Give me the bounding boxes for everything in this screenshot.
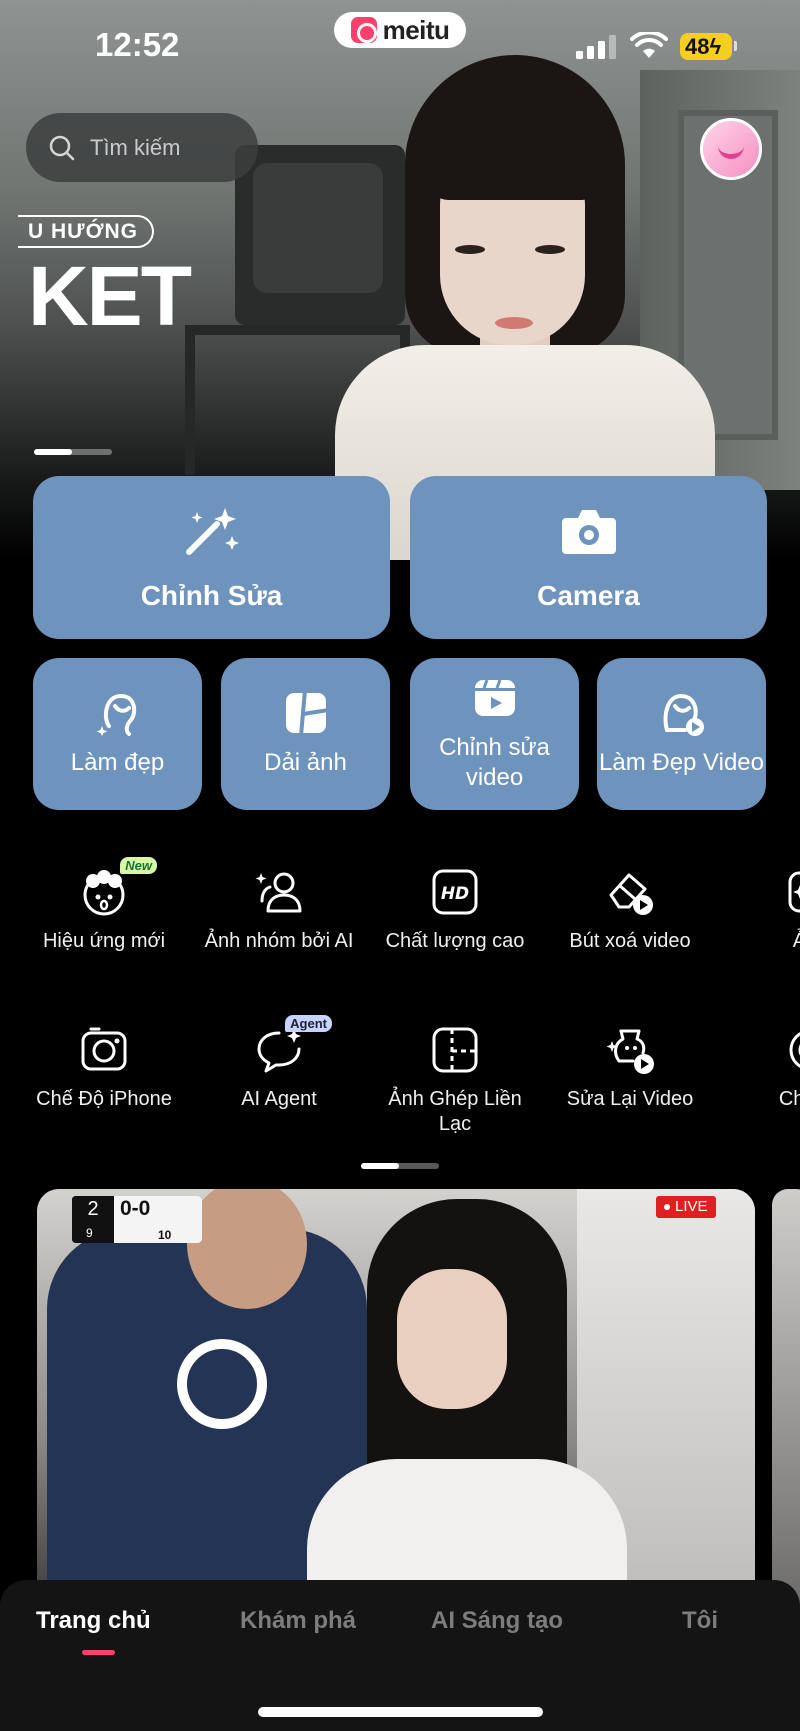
tools-page-indicator xyxy=(361,1163,439,1169)
battery-indicator: 48ϟ xyxy=(680,33,737,60)
home-indicator xyxy=(258,1707,543,1717)
feed-next-card[interactable] xyxy=(772,1189,800,1609)
video-retouch-icon xyxy=(605,1025,655,1075)
tool-seamless-collage[interactable]: Ảnh Ghép Liền Lạc xyxy=(370,1025,540,1137)
group-photo-icon xyxy=(254,867,304,917)
promo-floating-icon[interactable] xyxy=(700,118,762,180)
magic-wand-icon xyxy=(185,507,239,555)
score-runs: 0-0 xyxy=(120,1197,151,1220)
search-icon xyxy=(49,135,75,160)
tool-ai-group-photo[interactable]: Ảnh nhóm bởi AI xyxy=(194,867,364,954)
status-bar: 12:52 meitu 48ϟ xyxy=(0,0,800,95)
tool-label: Ảnh Ghép Liền Lạc xyxy=(388,1088,522,1135)
collage-label: Dải ảnh xyxy=(264,749,347,776)
hd-icon: HD xyxy=(430,867,480,917)
beauty-face-icon xyxy=(96,693,136,736)
ai-agent-icon: Agent xyxy=(254,1015,332,1075)
scoreboard-overlay: 2 9 0-0 10 xyxy=(72,1196,202,1243)
agent-badge: Agent xyxy=(285,1015,332,1032)
banner-headline: KET xyxy=(28,249,192,343)
video-beauty-label: Làm Đẹp Video xyxy=(599,749,764,776)
tab-me[interactable]: Tôi xyxy=(682,1607,718,1635)
video-beauty-icon xyxy=(663,693,704,736)
tool-ai-agent[interactable]: Agent AI Agent xyxy=(194,1015,364,1112)
feed-video-card[interactable] xyxy=(37,1189,755,1609)
partial-tool-icon xyxy=(780,867,800,917)
seamless-collage-icon xyxy=(430,1025,480,1075)
charging-bolt-icon: ϟ xyxy=(709,34,722,59)
tool-label: Sửa Lại Video xyxy=(566,1088,694,1110)
video-eraser-icon xyxy=(605,867,655,917)
tool-label: Chế Độ iPhone xyxy=(36,1088,172,1110)
camera-label: Camera xyxy=(537,579,640,611)
new-badge: New xyxy=(120,857,157,874)
tab-home[interactable]: Trang chủ xyxy=(36,1607,151,1635)
banner-page-indicator xyxy=(34,449,112,455)
beauty-label: Làm đẹp xyxy=(70,749,165,776)
video-edit-label: Chỉnh sửa video xyxy=(439,734,550,791)
live-badge: LIVE xyxy=(656,1196,716,1218)
tool-iphone-mode[interactable]: Chế Độ iPhone xyxy=(19,1025,189,1112)
tab-ai-create[interactable]: AI Sáng tạo xyxy=(431,1607,563,1635)
status-time: 12:52 xyxy=(95,26,180,63)
tool-label: Chất lượng cao xyxy=(385,930,525,952)
meitu-logo: meitu xyxy=(334,12,466,48)
wifi-icon xyxy=(630,32,668,58)
score-count: 10 xyxy=(158,1228,172,1242)
edit-photo-button[interactable]: Chỉnh Sửa xyxy=(33,476,390,639)
tool-new-effects[interactable]: New Hiệu ứng mới xyxy=(19,857,189,954)
tool-video-eraser[interactable]: Bút xoá video xyxy=(545,867,715,954)
tool-label: Ản xyxy=(792,930,800,952)
tool-partial-right-2[interactable]: Chỉnh xyxy=(720,1025,800,1112)
search-placeholder: Tìm kiếm xyxy=(90,134,181,160)
iphone-camera-icon xyxy=(79,1025,129,1075)
video-edit-button[interactable]: Chỉnh sửa video xyxy=(410,658,579,810)
cellular-signal-icon xyxy=(576,35,616,59)
tool-label: Chỉnh xyxy=(778,1088,800,1110)
video-edit-icon xyxy=(474,679,515,716)
svg-text:HD: HD xyxy=(441,884,469,904)
tab-explore[interactable]: Khám phá xyxy=(240,1607,356,1635)
tool-label: Hiệu ứng mới xyxy=(42,930,166,952)
beauty-button[interactable]: Làm đẹp xyxy=(33,658,202,810)
edit-photo-label: Chỉnh Sửa xyxy=(140,579,283,611)
camera-button[interactable]: Camera xyxy=(410,476,767,639)
collage-button[interactable]: Dải ảnh xyxy=(221,658,390,810)
meitu-logo-icon xyxy=(350,17,377,43)
score-inning: 2 xyxy=(87,1198,99,1220)
active-tab-indicator xyxy=(82,1650,115,1655)
tool-label: Bút xoá video xyxy=(569,930,691,952)
search-bar[interactable]: Tìm kiếm xyxy=(26,113,258,182)
battery-level: 48 xyxy=(685,34,710,59)
tool-high-quality[interactable]: HD Chất lượng cao xyxy=(370,867,540,954)
video-beauty-button[interactable]: Làm Đẹp Video xyxy=(597,658,766,810)
tool-label: AI Agent xyxy=(241,1088,317,1110)
camera-icon xyxy=(561,509,616,554)
meitu-logo-text: meitu xyxy=(382,14,450,45)
tool-label: Ảnh nhóm bởi AI xyxy=(204,930,354,952)
new-effects-icon: New xyxy=(79,857,157,917)
tool-video-retouch[interactable]: Sửa Lại Video xyxy=(545,1025,715,1112)
banner-tag: U HƯỚNG xyxy=(18,215,155,248)
partial-tool-icon xyxy=(780,1025,800,1075)
score-outs: 9 xyxy=(86,1226,93,1240)
collage-icon xyxy=(285,690,329,736)
tool-partial-right[interactable]: Ản xyxy=(720,867,800,954)
